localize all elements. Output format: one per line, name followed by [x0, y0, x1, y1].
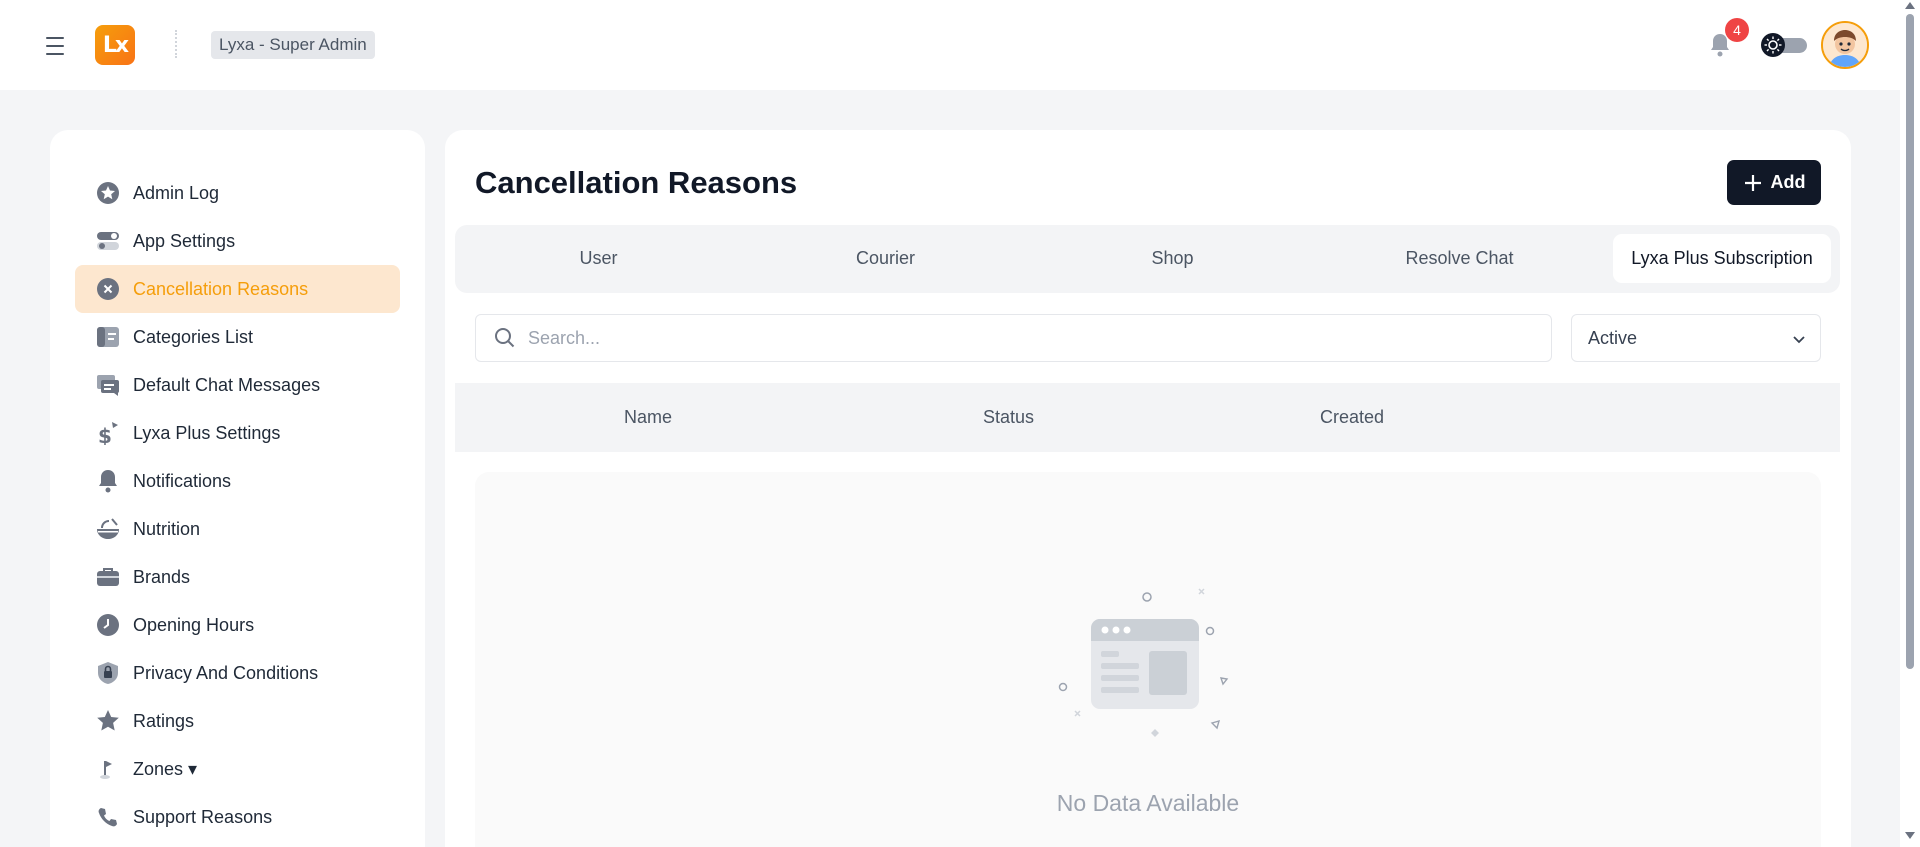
sidebar-item-label: Cancellation Reasons	[133, 278, 309, 299]
tab-resolve-chat[interactable]: Resolve Chat	[1325, 234, 1594, 283]
sidebar-item-nutrition[interactable]: Nutrition	[75, 505, 400, 553]
toggles-icon	[95, 228, 121, 254]
theme-toggle[interactable]	[1761, 33, 1807, 57]
sidebar-item-opening-hours[interactable]: Opening Hours	[75, 601, 400, 649]
add-button-label: Add	[1770, 172, 1806, 192]
top-bar: Lx Lyxa - Super Admin 4	[0, 0, 1900, 90]
sidebar-item-cancellation-reasons[interactable]: Cancellation Reasons	[75, 265, 400, 313]
tab-lyxa-plus-subscription[interactable]: Lyxa Plus Subscription	[1613, 234, 1831, 283]
status-filter-select[interactable]: Active	[1571, 314, 1821, 362]
sidebar-item-categories-list[interactable]: Categories List	[75, 313, 400, 361]
sidebar-item-notifications[interactable]: Notifications	[75, 457, 400, 505]
column-header-status[interactable]: Status	[983, 383, 1034, 452]
sidebar-item-label: Admin Log	[133, 182, 220, 203]
main-card: Cancellation Reasons Add User Courier Sh…	[445, 130, 1851, 847]
svg-text:$: $	[98, 424, 112, 445]
sidebar-item-label: Ratings	[133, 710, 195, 731]
empty-data-illustration	[1058, 588, 1229, 737]
empty-state-text: No Data Available	[1056, 790, 1240, 816]
status-filter-value: Active	[1588, 327, 1638, 348]
scroll-thumb[interactable]	[1906, 14, 1914, 669]
sidebar-item-lyxa-plus-settings[interactable]: $ Lyxa Plus Settings	[75, 409, 400, 457]
sidebar-item-zones[interactable]: Zones ▾	[75, 745, 400, 793]
column-header-name[interactable]: Name	[624, 383, 672, 452]
search-input[interactable]	[528, 327, 1428, 349]
clock-icon	[95, 612, 121, 638]
sidebar-item-label: Brands	[133, 566, 191, 587]
sidebar-item-admin-log[interactable]: Admin Log	[75, 169, 400, 217]
sidebar-item-label: Default Chat Messages	[133, 374, 321, 395]
star-badge-icon	[95, 180, 121, 206]
categories-icon	[95, 324, 121, 350]
sidebar-item-default-chat-messages[interactable]: Default Chat Messages	[75, 361, 400, 409]
flag-icon	[95, 756, 121, 782]
sidebar-item-label: Zones ▾	[133, 758, 198, 779]
bell-icon	[95, 468, 121, 494]
briefcase-icon	[95, 564, 121, 590]
lock-shield-icon	[95, 660, 121, 686]
empty-state: No Data Available	[475, 472, 1821, 847]
org-badge: Lyxa - Super Admin	[211, 31, 375, 59]
plus-icon	[1744, 174, 1761, 191]
tab-courier[interactable]: Courier	[751, 234, 1020, 283]
table-header: Name Status Created	[455, 383, 1840, 452]
column-header-created[interactable]: Created	[1320, 383, 1384, 452]
dollar-icon: $	[95, 420, 121, 446]
sidebar-item-label: Lyxa Plus Settings	[133, 422, 281, 443]
user-avatar[interactable]	[1821, 21, 1869, 69]
nutrition-icon	[95, 516, 121, 542]
sun-icon	[1761, 33, 1785, 57]
sidebar-item-label: App Settings	[133, 230, 236, 251]
tab-shop[interactable]: Shop	[1038, 234, 1307, 283]
chevron-down-icon	[1793, 336, 1805, 344]
sidebar-item-label: Privacy And Conditions	[133, 662, 319, 683]
sidebar-item-app-settings[interactable]: App Settings	[75, 217, 400, 265]
tab-user[interactable]: User	[464, 234, 733, 283]
notification-count-badge: 4	[1725, 18, 1749, 42]
search-field[interactable]	[475, 314, 1552, 362]
chat-icon	[95, 372, 121, 398]
sidebar-item-label: Nutrition	[133, 518, 201, 539]
sidebar-item-label: Notifications	[133, 470, 232, 491]
cancel-circle-icon	[95, 276, 121, 302]
reason-type-tabs: User Courier Shop Resolve Chat Lyxa Plus…	[455, 225, 1840, 293]
header-divider	[175, 30, 177, 58]
page-scrollbar[interactable]	[1900, 0, 1920, 847]
sidebar-item-support-reasons[interactable]: Support Reasons	[75, 793, 400, 841]
settings-sidebar: Admin Log App Settings Cancellation Reas…	[50, 130, 425, 847]
add-button[interactable]: Add	[1727, 160, 1821, 205]
sidebar-item-label: Categories List	[133, 326, 254, 347]
star-icon	[95, 708, 121, 734]
sidebar-item-brands[interactable]: Brands	[75, 553, 400, 601]
scroll-down-arrow[interactable]	[1905, 832, 1915, 839]
scroll-up-arrow[interactable]	[1905, 2, 1915, 9]
sidebar-item-label: Opening Hours	[133, 614, 255, 635]
search-icon	[495, 328, 515, 348]
sidebar-item-privacy-and-conditions[interactable]: Privacy And Conditions	[75, 649, 400, 697]
sidebar-item-label: Support Reasons	[133, 806, 273, 827]
menu-icon[interactable]	[46, 37, 64, 55]
app-logo[interactable]: Lx	[95, 25, 135, 65]
sidebar-item-ratings[interactable]: Ratings	[75, 697, 400, 745]
phone-icon	[95, 804, 121, 830]
page-title: Cancellation Reasons	[475, 165, 798, 200]
